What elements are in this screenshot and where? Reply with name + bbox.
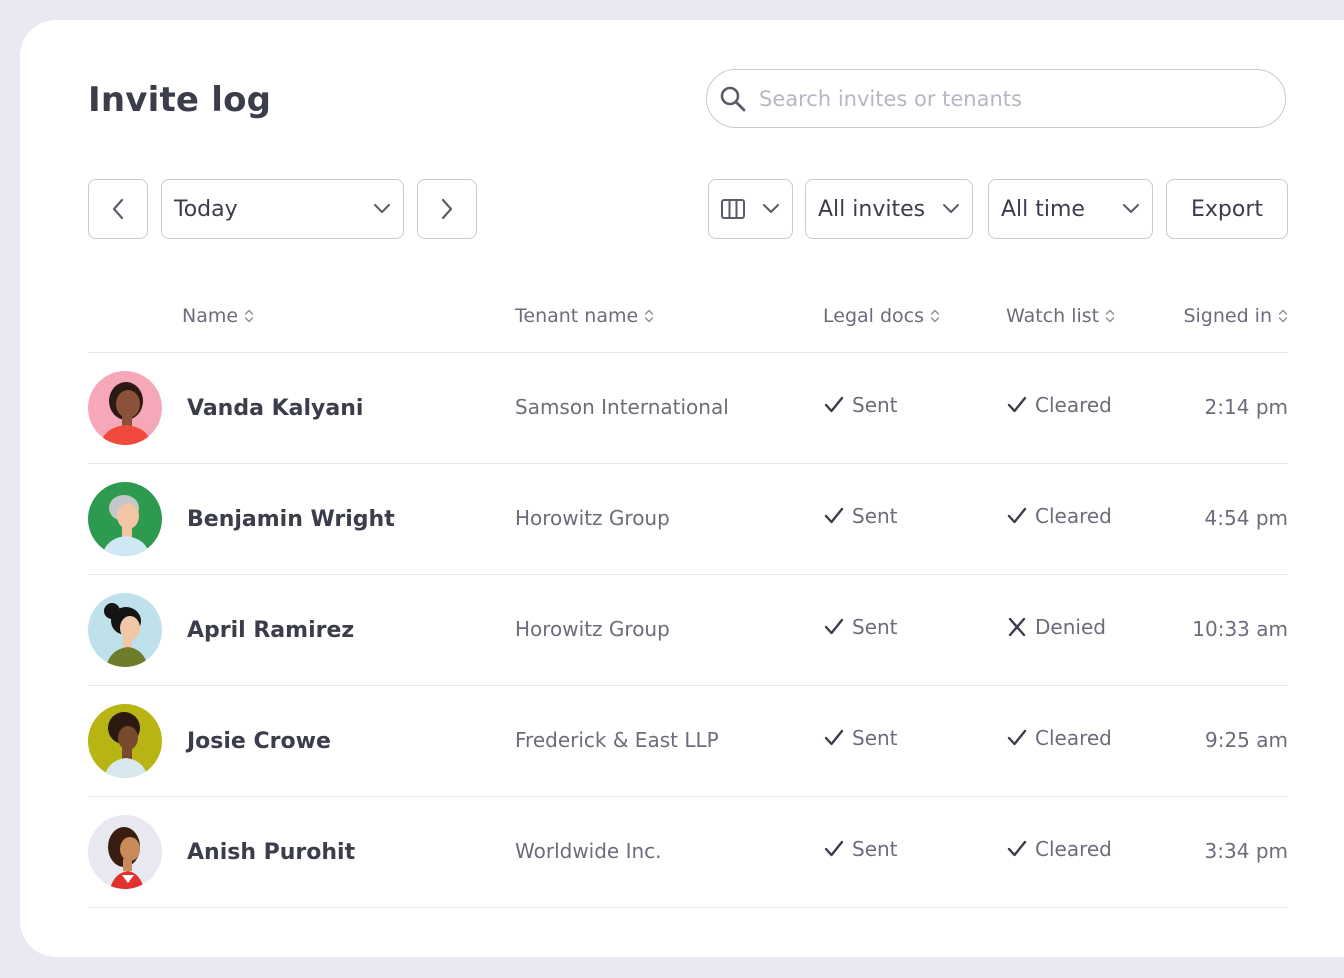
row-legal-docs: Sent	[824, 726, 898, 750]
next-day-button[interactable]	[417, 179, 477, 239]
divider	[88, 907, 1288, 908]
row-watch-list-label: Cleared	[1035, 393, 1112, 417]
row-watch-list-label: Cleared	[1035, 837, 1112, 861]
row-tenant: Horowitz Group	[515, 617, 670, 641]
column-header-signed-in[interactable]: Signed in	[1183, 305, 1288, 327]
chevron-down-icon	[1123, 204, 1139, 213]
row-watch-list: Cleared	[1007, 504, 1112, 528]
chevron-left-icon	[112, 198, 124, 220]
check-icon	[824, 729, 844, 746]
row-watch-list-label: Cleared	[1035, 504, 1112, 528]
row-legal-docs-label: Sent	[852, 504, 898, 528]
sort-icon	[644, 309, 654, 323]
export-button[interactable]: Export	[1166, 179, 1288, 239]
table-header: Name Tenant name Legal docs Watch list S…	[0, 305, 1344, 335]
columns-icon	[721, 199, 745, 219]
page-title: Invite log	[88, 80, 272, 120]
row-name: Josie Crowe	[187, 729, 331, 754]
check-icon	[824, 507, 844, 524]
avatar	[88, 704, 162, 778]
check-icon	[824, 840, 844, 857]
chevron-down-icon	[374, 204, 390, 213]
row-signed-in: 9:25 am	[1204, 728, 1288, 752]
row-name: Benjamin Wright	[187, 507, 395, 532]
check-icon	[1007, 729, 1027, 746]
column-header-name[interactable]: Name	[182, 305, 254, 327]
table-row[interactable]: Anish Purohit Worldwide Inc. Sent Cleare…	[0, 797, 1344, 908]
row-watch-list: Cleared	[1007, 726, 1112, 750]
row-tenant: Horowitz Group	[515, 506, 670, 530]
row-watch-list: Cleared	[1007, 837, 1112, 861]
avatar	[88, 593, 162, 667]
check-icon	[1007, 396, 1027, 413]
chevron-down-icon	[943, 204, 959, 213]
row-name: April Ramirez	[187, 618, 355, 643]
columns-menu-button[interactable]	[708, 179, 793, 239]
row-legal-docs-label: Sent	[852, 393, 898, 417]
column-header-legal-docs[interactable]: Legal docs	[823, 305, 940, 327]
row-legal-docs-label: Sent	[852, 837, 898, 861]
search-box[interactable]	[706, 69, 1286, 128]
table-row[interactable]: Vanda Kalyani Samson International Sent …	[0, 353, 1344, 464]
sort-icon	[244, 309, 254, 323]
avatar	[88, 371, 162, 445]
column-header-label: Watch list	[1006, 305, 1100, 327]
chevron-right-icon	[441, 198, 453, 220]
check-icon	[824, 396, 844, 413]
row-watch-list: Denied	[1007, 615, 1106, 639]
column-header-label: Legal docs	[823, 305, 924, 327]
row-watch-list-label: Denied	[1035, 615, 1106, 639]
column-header-tenant-name[interactable]: Tenant name	[515, 305, 654, 327]
row-signed-in: 4:54 pm	[1204, 506, 1288, 530]
row-name: Anish Purohit	[187, 840, 356, 865]
table-row[interactable]: April Ramirez Horowitz Group Sent Denied…	[0, 575, 1344, 686]
row-tenant: Frederick & East LLP	[515, 728, 719, 752]
time-filter-select[interactable]: All time	[988, 179, 1153, 239]
avatar	[88, 482, 162, 556]
avatar	[88, 815, 162, 889]
row-legal-docs: Sent	[824, 393, 898, 417]
search-icon	[720, 86, 746, 111]
row-legal-docs: Sent	[824, 615, 898, 639]
chevron-down-icon	[763, 204, 779, 213]
sort-icon	[930, 309, 940, 323]
invites-filter-label: All invites	[818, 196, 926, 222]
table-row[interactable]: Josie Crowe Frederick & East LLP Sent Cl…	[0, 686, 1344, 797]
row-watch-list-label: Cleared	[1035, 726, 1112, 750]
sort-icon	[1105, 309, 1115, 323]
x-icon	[1008, 618, 1026, 636]
row-legal-docs: Sent	[824, 837, 898, 861]
row-signed-in: 2:14 pm	[1204, 395, 1288, 419]
column-header-label: Tenant name	[515, 305, 639, 327]
row-name: Vanda Kalyani	[187, 396, 364, 421]
previous-day-button[interactable]	[88, 179, 148, 239]
column-header-label: Signed in	[1183, 305, 1272, 327]
row-legal-docs-label: Sent	[852, 726, 898, 750]
date-select-label: Today	[174, 196, 238, 222]
date-select[interactable]: Today	[161, 179, 404, 239]
table-row[interactable]: Benjamin Wright Horowitz Group Sent Clea…	[0, 464, 1344, 575]
check-icon	[1007, 840, 1027, 857]
invites-filter-select[interactable]: All invites	[805, 179, 973, 239]
row-tenant: Samson International	[515, 395, 729, 419]
row-legal-docs: Sent	[824, 504, 898, 528]
time-filter-label: All time	[1001, 196, 1085, 222]
row-signed-in: 3:34 pm	[1204, 839, 1288, 863]
check-icon	[1007, 507, 1027, 524]
search-input[interactable]	[757, 85, 1261, 112]
export-button-label: Export	[1190, 196, 1263, 222]
column-header-label: Name	[182, 305, 239, 327]
check-icon	[824, 618, 844, 635]
column-header-watch-list[interactable]: Watch list	[1006, 305, 1115, 327]
row-legal-docs-label: Sent	[852, 615, 898, 639]
row-signed-in: 10:33 am	[1192, 617, 1288, 641]
row-tenant: Worldwide Inc.	[515, 839, 662, 863]
sort-icon	[1278, 309, 1288, 323]
row-watch-list: Cleared	[1007, 393, 1112, 417]
